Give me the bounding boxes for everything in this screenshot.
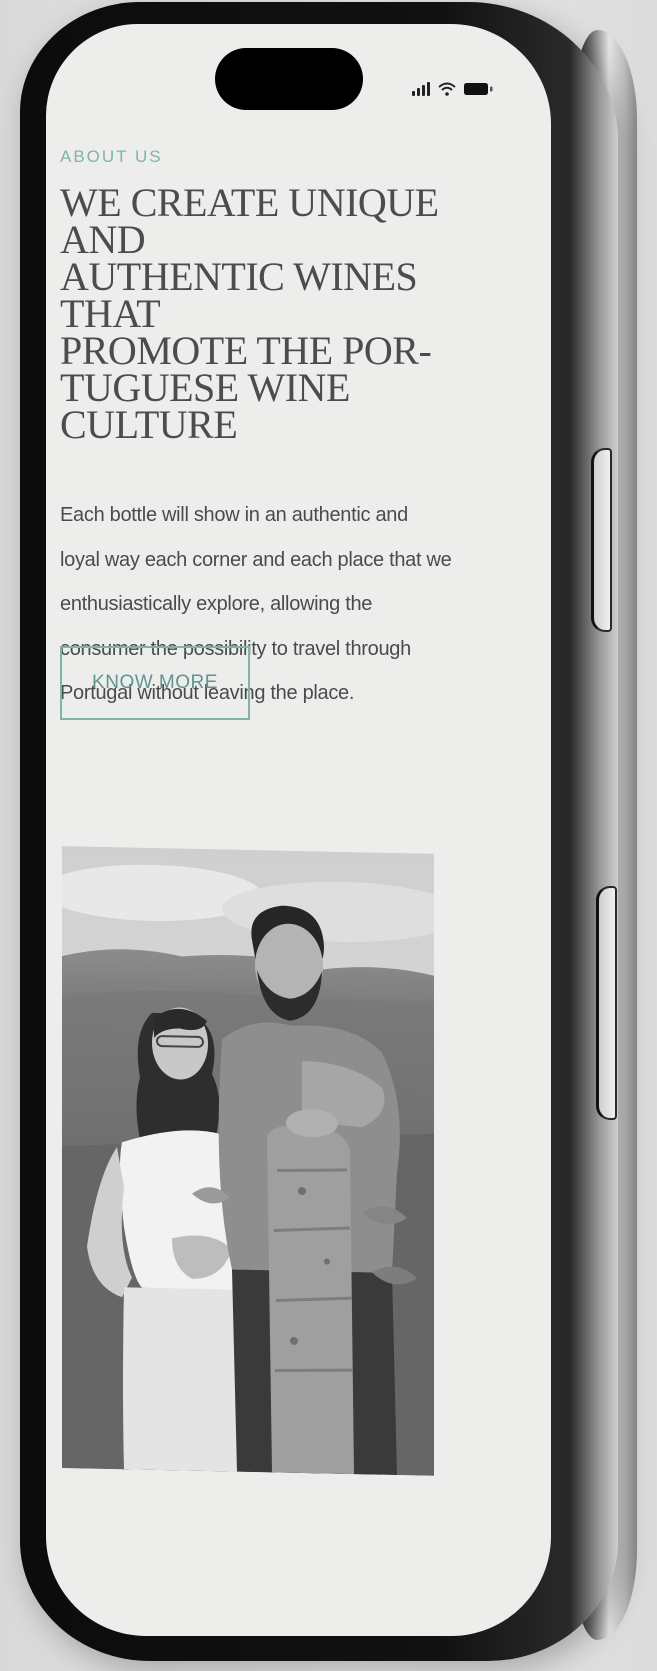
power-button: [596, 886, 617, 1120]
section-eyebrow: ABOUT US: [60, 147, 163, 166]
description-line: enthusiastically explore, allowing the: [60, 593, 373, 615]
headline-line: PROMOTE THE POR-: [60, 328, 432, 373]
signal-bars-icon: [412, 82, 430, 96]
description-line: Each bottle will show in an authentic an…: [60, 504, 408, 526]
battery-icon: [464, 82, 494, 96]
about-section: ABOUT US WE CREATE UNIQUE AND AUTHENTIC …: [60, 146, 530, 720]
headline-line: TUGUESE WINE CULTURE: [60, 365, 350, 447]
know-more-button[interactable]: KNOW MORE: [60, 646, 250, 720]
status-bar: [412, 74, 494, 96]
headline-line: WE CREATE UNIQUE AND: [60, 180, 439, 262]
wifi-icon: [438, 82, 456, 96]
dynamic-island: [215, 48, 363, 110]
description-line: loyal way each corner and each place tha…: [60, 548, 452, 571]
volume-button: [591, 448, 612, 632]
headline-line: AUTHENTIC WINES THAT: [60, 254, 418, 336]
couple-photo: [62, 846, 434, 1476]
page-title: WE CREATE UNIQUE AND AUTHENTIC WINES THA…: [60, 180, 500, 447]
